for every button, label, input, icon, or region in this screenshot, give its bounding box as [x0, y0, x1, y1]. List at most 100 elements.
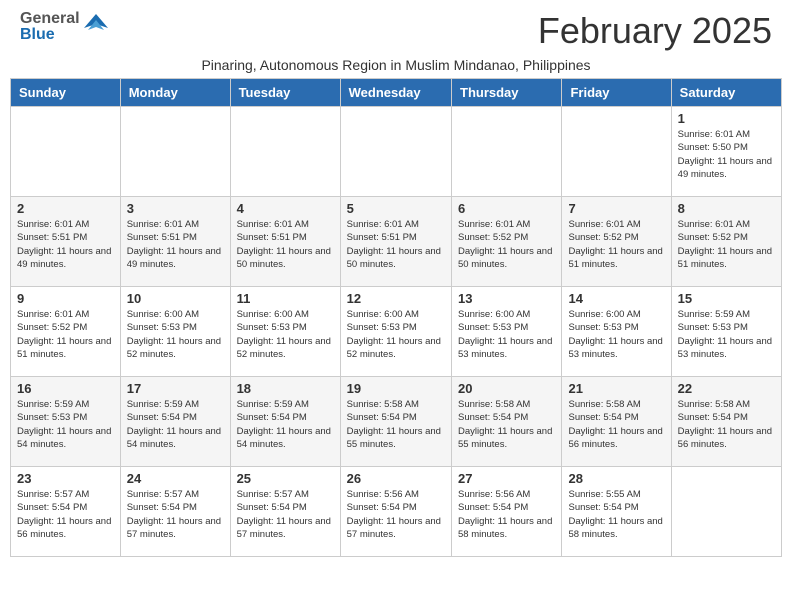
day-number: 15 — [678, 291, 775, 306]
calendar-cell: 1Sunrise: 6:01 AM Sunset: 5:50 PM Daylig… — [671, 107, 781, 197]
day-header-wednesday: Wednesday — [340, 79, 451, 107]
calendar-cell: 3Sunrise: 6:01 AM Sunset: 5:51 PM Daylig… — [120, 197, 230, 287]
calendar-cell — [230, 107, 340, 197]
calendar-cell: 27 Sunrise: 5:56 AM Sunset: 5:54 PM Dayli… — [452, 467, 562, 557]
day-info: Sunrise: 5:59 AM Sunset: 5:54 PM Dayligh… — [237, 398, 334, 451]
logo: General Blue — [20, 10, 110, 43]
day-number: 26 — [347, 471, 445, 486]
day-info: Sunrise: 6:01 AM Sunset: 5:52 PM Dayligh… — [568, 218, 664, 271]
day-info: Sunrise: 5:57 AM Sunset: 5:54 PM Dayligh… — [17, 488, 114, 541]
day-info: Sunrise: 6:00 AM Sunset: 5:53 PM Dayligh… — [568, 308, 664, 361]
day-info: Sunrise: 5:58 AM Sunset: 5:54 PM Dayligh… — [568, 398, 664, 451]
calendar-cell: 23 Sunrise: 5:57 AM Sunset: 5:54 PM Dayli… — [11, 467, 121, 557]
day-header-thursday: Thursday — [452, 79, 562, 107]
day-number: 17 — [127, 381, 224, 396]
week-row-4: 16Sunrise: 5:59 AM Sunset: 5:53 PM Dayli… — [11, 377, 782, 467]
day-number: 14 — [568, 291, 664, 306]
calendar-cell: 14 Sunrise: 6:00 AM Sunset: 5:53 PM Dayli… — [562, 287, 671, 377]
day-number: 6 — [458, 201, 555, 216]
calendar-cell — [671, 467, 781, 557]
week-row-3: 9 Sunrise: 6:01 AM Sunset: 5:52 PM Daylig… — [11, 287, 782, 377]
calendar-cell — [120, 107, 230, 197]
calendar-cell: 13 Sunrise: 6:00 AM Sunset: 5:53 PM Dayli… — [452, 287, 562, 377]
day-header-tuesday: Tuesday — [230, 79, 340, 107]
week-row-2: 2 Sunrise: 6:01 AM Sunset: 5:51 PM Daylig… — [11, 197, 782, 287]
month-year-title: February 2025 — [110, 10, 772, 52]
logo-blue-text: Blue — [20, 27, 80, 43]
calendar-cell: 20 Sunrise: 5:58 AM Sunset: 5:54 PM Dayli… — [452, 377, 562, 467]
location-text: Pinaring, Autonomous Region in Muslim Mi… — [0, 57, 792, 78]
logo-name: General Blue — [20, 11, 80, 43]
calendar-cell — [562, 107, 671, 197]
day-info: Sunrise: 6:01 AM Sunset: 5:51 PM Dayligh… — [17, 218, 114, 271]
day-number: 2 — [17, 201, 114, 216]
day-number: 21 — [568, 381, 664, 396]
calendar-cell: 16Sunrise: 5:59 AM Sunset: 5:53 PM Dayli… — [11, 377, 121, 467]
day-number: 13 — [458, 291, 555, 306]
day-number: 5 — [347, 201, 445, 216]
day-info: Sunrise: 6:01 AM Sunset: 5:50 PM Dayligh… — [678, 128, 775, 181]
day-info: Sunrise: 6:01 AM Sunset: 5:51 PM Dayligh… — [347, 218, 445, 271]
calendar-container: SundayMondayTuesdayWednesdayThursdayFrid… — [0, 78, 792, 567]
day-number: 25 — [237, 471, 334, 486]
day-info: Sunrise: 5:56 AM Sunset: 5:54 PM Dayligh… — [458, 488, 555, 541]
day-info: Sunrise: 5:57 AM Sunset: 5:54 PM Dayligh… — [237, 488, 334, 541]
calendar-cell: 19Sunrise: 5:58 AM Sunset: 5:54 PM Dayli… — [340, 377, 451, 467]
day-info: Sunrise: 6:01 AM Sunset: 5:51 PM Dayligh… — [127, 218, 224, 271]
day-number: 8 — [678, 201, 775, 216]
calendar-cell: 2 Sunrise: 6:01 AM Sunset: 5:51 PM Daylig… — [11, 197, 121, 287]
day-headers-row: SundayMondayTuesdayWednesdayThursdayFrid… — [11, 79, 782, 107]
calendar-cell: 15Sunrise: 5:59 AM Sunset: 5:53 PM Dayli… — [671, 287, 781, 377]
day-number: 10 — [127, 291, 224, 306]
day-header-friday: Friday — [562, 79, 671, 107]
calendar-table: SundayMondayTuesdayWednesdayThursdayFrid… — [10, 78, 782, 557]
logo-general-text: General — [20, 11, 80, 27]
day-header-sunday: Sunday — [11, 79, 121, 107]
day-info: Sunrise: 6:00 AM Sunset: 5:53 PM Dayligh… — [458, 308, 555, 361]
calendar-cell — [11, 107, 121, 197]
calendar-cell: 5 Sunrise: 6:01 AM Sunset: 5:51 PM Daylig… — [340, 197, 451, 287]
day-info: Sunrise: 6:01 AM Sunset: 5:51 PM Dayligh… — [237, 218, 334, 271]
day-info: Sunrise: 6:00 AM Sunset: 5:53 PM Dayligh… — [127, 308, 224, 361]
day-number: 4 — [237, 201, 334, 216]
calendar-cell: 9 Sunrise: 6:01 AM Sunset: 5:52 PM Daylig… — [11, 287, 121, 377]
day-number: 27 — [458, 471, 555, 486]
day-number: 18 — [237, 381, 334, 396]
day-number: 7 — [568, 201, 664, 216]
calendar-cell: 8Sunrise: 6:01 AM Sunset: 5:52 PM Daylig… — [671, 197, 781, 287]
day-info: Sunrise: 5:58 AM Sunset: 5:54 PM Dayligh… — [678, 398, 775, 451]
day-info: Sunrise: 5:55 AM Sunset: 5:54 PM Dayligh… — [568, 488, 664, 541]
calendar-cell: 6Sunrise: 6:01 AM Sunset: 5:52 PM Daylig… — [452, 197, 562, 287]
day-info: Sunrise: 5:57 AM Sunset: 5:54 PM Dayligh… — [127, 488, 224, 541]
day-number: 28 — [568, 471, 664, 486]
calendar-cell — [340, 107, 451, 197]
day-info: Sunrise: 5:58 AM Sunset: 5:54 PM Dayligh… — [458, 398, 555, 451]
header: General Blue February 2025 — [0, 0, 792, 57]
day-info: Sunrise: 5:56 AM Sunset: 5:54 PM Dayligh… — [347, 488, 445, 541]
day-number: 11 — [237, 291, 334, 306]
day-info: Sunrise: 6:00 AM Sunset: 5:53 PM Dayligh… — [237, 308, 334, 361]
day-number: 9 — [17, 291, 114, 306]
day-number: 23 — [17, 471, 114, 486]
calendar-cell — [452, 107, 562, 197]
calendar-cell: 22Sunrise: 5:58 AM Sunset: 5:54 PM Dayli… — [671, 377, 781, 467]
day-number: 12 — [347, 291, 445, 306]
page-wrapper: General Blue February 2025 Pinaring, Aut… — [0, 0, 792, 567]
calendar-cell: 24 Sunrise: 5:57 AM Sunset: 5:54 PM Dayli… — [120, 467, 230, 557]
calendar-cell: 11 Sunrise: 6:00 AM Sunset: 5:53 PM Dayli… — [230, 287, 340, 377]
day-number: 24 — [127, 471, 224, 486]
title-section: February 2025 — [110, 10, 772, 52]
week-row-1: 1Sunrise: 6:01 AM Sunset: 5:50 PM Daylig… — [11, 107, 782, 197]
calendar-cell: 21 Sunrise: 5:58 AM Sunset: 5:54 PM Dayli… — [562, 377, 671, 467]
calendar-cell: 17 Sunrise: 5:59 AM Sunset: 5:54 PM Dayli… — [120, 377, 230, 467]
day-info: Sunrise: 6:01 AM Sunset: 5:52 PM Dayligh… — [17, 308, 114, 361]
day-number: 20 — [458, 381, 555, 396]
day-info: Sunrise: 5:59 AM Sunset: 5:53 PM Dayligh… — [17, 398, 114, 451]
calendar-cell: 4 Sunrise: 6:01 AM Sunset: 5:51 PM Daylig… — [230, 197, 340, 287]
calendar-cell: 18 Sunrise: 5:59 AM Sunset: 5:54 PM Dayli… — [230, 377, 340, 467]
day-info: Sunrise: 5:59 AM Sunset: 5:54 PM Dayligh… — [127, 398, 224, 451]
day-header-monday: Monday — [120, 79, 230, 107]
calendar-cell: 28 Sunrise: 5:55 AM Sunset: 5:54 PM Dayli… — [562, 467, 671, 557]
day-header-saturday: Saturday — [671, 79, 781, 107]
calendar-cell: 7 Sunrise: 6:01 AM Sunset: 5:52 PM Daylig… — [562, 197, 671, 287]
